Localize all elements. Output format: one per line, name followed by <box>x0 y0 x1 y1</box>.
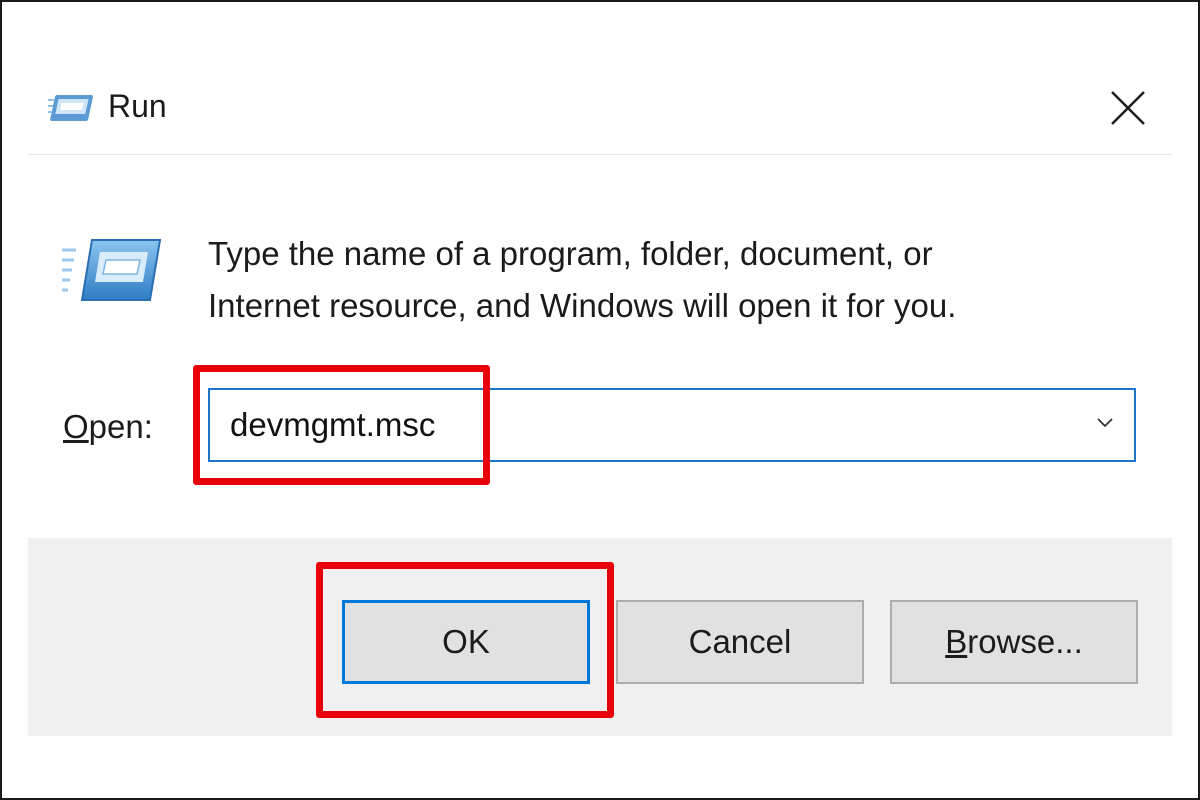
cancel-button-label: Cancel <box>688 623 792 660</box>
open-label-rest: pen: <box>88 408 153 445</box>
ok-button-label: OK <box>442 623 490 660</box>
cancel-button[interactable]: Cancel <box>616 600 864 684</box>
open-combobox[interactable] <box>208 388 1136 462</box>
description-text: Type the name of a program, folder, docu… <box>208 228 1108 332</box>
run-icon <box>62 239 162 301</box>
open-label: Open: <box>63 408 153 446</box>
button-bar: OK Cancel Browse... <box>28 538 1172 736</box>
title-bar: Run <box>28 60 1172 155</box>
open-input[interactable] <box>230 390 1050 460</box>
browse-button[interactable]: Browse... <box>890 600 1138 684</box>
run-dialog: Run Type the name of a program, folder, … <box>28 0 1172 800</box>
browse-button-accelerator: B <box>945 623 968 660</box>
ok-button[interactable]: OK <box>342 600 590 684</box>
run-icon <box>48 95 93 121</box>
description-line-2: Internet resource, and Windows will open… <box>208 287 957 324</box>
window-title: Run <box>108 88 167 124</box>
close-icon[interactable] <box>1106 86 1150 130</box>
description-line-1: Type the name of a program, folder, docu… <box>208 235 933 272</box>
open-label-accelerator: O <box>63 408 89 445</box>
browse-button-label-rest: rowse... <box>967 623 1083 660</box>
chevron-down-icon[interactable] <box>1096 416 1114 430</box>
